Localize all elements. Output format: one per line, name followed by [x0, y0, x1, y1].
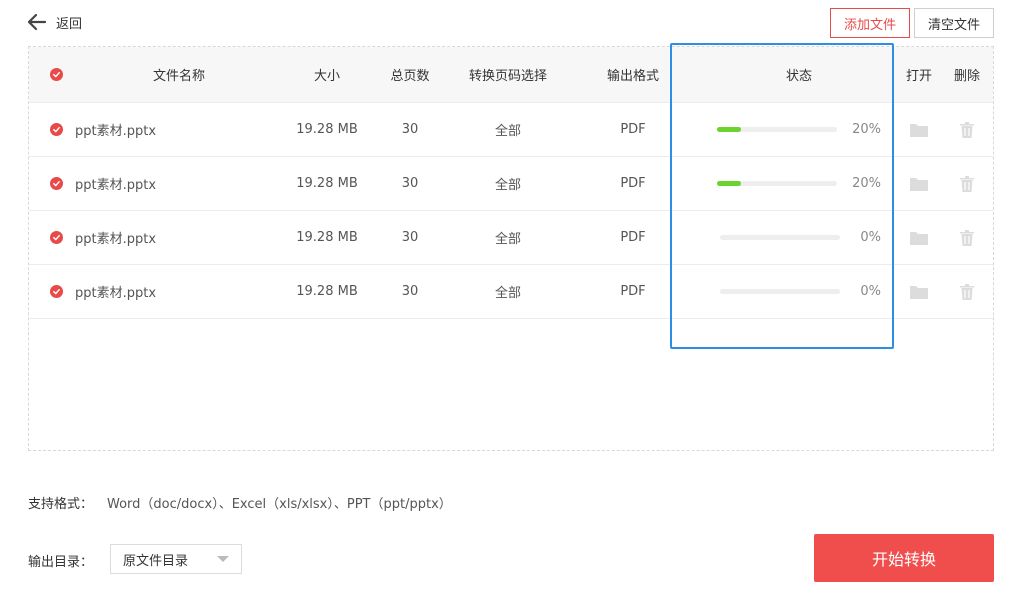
arrow-left-icon	[27, 13, 47, 31]
check-circle-icon	[50, 285, 63, 298]
output-dir-select[interactable]: 原文件目录	[110, 544, 242, 574]
output-format: PDF	[620, 122, 646, 137]
progress-label: 20%	[852, 176, 881, 191]
col-header-format: 输出格式	[606, 69, 659, 84]
page-range-select[interactable]: 全部	[477, 157, 539, 210]
output-dir-label: 输出目录：	[28, 555, 94, 570]
file-name: ppt素材.pptx	[75, 286, 157, 301]
supported-formats-value: Word（doc/docx）、Excel（xls/xlsx）、PPT（ppt/p…	[107, 497, 452, 512]
delete-file-button[interactable]	[953, 211, 981, 264]
trash-icon	[960, 121, 974, 138]
clear-files-button[interactable]: 清空文件	[914, 8, 994, 38]
page-range-select[interactable]: 全部	[477, 103, 539, 156]
open-folder-button[interactable]	[905, 211, 933, 264]
start-convert-button[interactable]: 开始转换	[814, 534, 994, 582]
col-header-size: 大小	[313, 69, 340, 84]
progress-label: 0%	[860, 284, 881, 299]
trash-icon	[960, 229, 974, 246]
folder-icon	[910, 177, 928, 191]
supported-formats: 支持格式： Word（doc/docx）、Excel（xls/xlsx）、PPT…	[28, 493, 452, 512]
progress-fill	[717, 126, 741, 132]
open-folder-button[interactable]	[905, 265, 933, 318]
file-table: 文件名称 大小 总页数 转换页码选择 输出格式 状态 打开 删除 ppt素材.p…	[28, 46, 994, 451]
col-header-delete: 删除	[953, 69, 980, 84]
col-header-page-range: 转换页码选择	[468, 69, 547, 84]
file-size: 19.28 MB	[296, 284, 358, 299]
file-name: ppt素材.pptx	[75, 124, 157, 139]
trash-icon	[960, 175, 974, 192]
check-circle-icon	[50, 68, 63, 81]
check-circle-icon	[50, 231, 63, 244]
table-row: ppt素材.pptx 19.28 MB 30 全部 PDF 0%	[29, 211, 993, 265]
delete-file-button[interactable]	[953, 103, 981, 156]
delete-file-button[interactable]	[953, 265, 981, 318]
folder-icon	[910, 123, 928, 137]
page-range-select[interactable]: 全部	[477, 211, 539, 264]
file-name: ppt素材.pptx	[75, 178, 157, 193]
open-folder-button[interactable]	[905, 157, 933, 210]
row-checkbox[interactable]	[50, 265, 63, 318]
select-all-checkbox[interactable]	[50, 47, 63, 102]
row-checkbox[interactable]	[50, 103, 63, 156]
supported-formats-label: 支持格式：	[28, 497, 94, 512]
col-header-status: 状态	[785, 69, 812, 84]
folder-icon	[910, 285, 928, 299]
table-row: ppt素材.pptx 19.28 MB 30 全部 PDF 0%	[29, 265, 993, 319]
file-name: ppt素材.pptx	[75, 232, 157, 247]
progress-fill	[717, 180, 741, 186]
col-header-name: 文件名称	[152, 69, 205, 84]
progress-label: 0%	[860, 230, 881, 245]
table-header: 文件名称 大小 总页数 转换页码选择 输出格式 状态 打开 删除	[29, 47, 993, 103]
trash-icon	[960, 283, 974, 300]
file-size: 19.28 MB	[296, 176, 358, 191]
check-circle-icon	[50, 177, 63, 190]
output-format: PDF	[620, 284, 646, 299]
output-format: PDF	[620, 230, 646, 245]
check-circle-icon	[50, 123, 63, 136]
page-range-select[interactable]: 全部	[477, 265, 539, 318]
progress-bar	[720, 288, 840, 294]
file-pages: 30	[401, 176, 419, 191]
folder-icon	[910, 231, 928, 245]
file-pages: 30	[401, 230, 419, 245]
output-format: PDF	[620, 176, 646, 191]
file-pages: 30	[401, 284, 419, 299]
col-header-pages: 总页数	[390, 69, 430, 84]
delete-file-button[interactable]	[953, 157, 981, 210]
col-header-open: 打开	[905, 69, 932, 84]
open-folder-button[interactable]	[905, 103, 933, 156]
row-checkbox[interactable]	[50, 157, 63, 210]
caret-down-icon	[217, 556, 229, 562]
table-row: ppt素材.pptx 19.28 MB 30 全部 PDF 20%	[29, 103, 993, 157]
progress-bar	[717, 126, 837, 132]
file-size: 19.28 MB	[296, 122, 358, 137]
row-checkbox[interactable]	[50, 211, 63, 264]
back-label: 返回	[56, 16, 83, 32]
back-button[interactable]: 返回	[27, 12, 82, 32]
add-file-button[interactable]: 添加文件	[830, 8, 910, 38]
progress-bar	[717, 180, 837, 186]
progress-bar	[720, 234, 840, 240]
file-pages: 30	[401, 122, 419, 137]
progress-label: 20%	[852, 122, 881, 137]
output-dir-value: 原文件目录	[123, 553, 189, 569]
file-size: 19.28 MB	[296, 230, 358, 245]
table-row: ppt素材.pptx 19.28 MB 30 全部 PDF 20%	[29, 157, 993, 211]
